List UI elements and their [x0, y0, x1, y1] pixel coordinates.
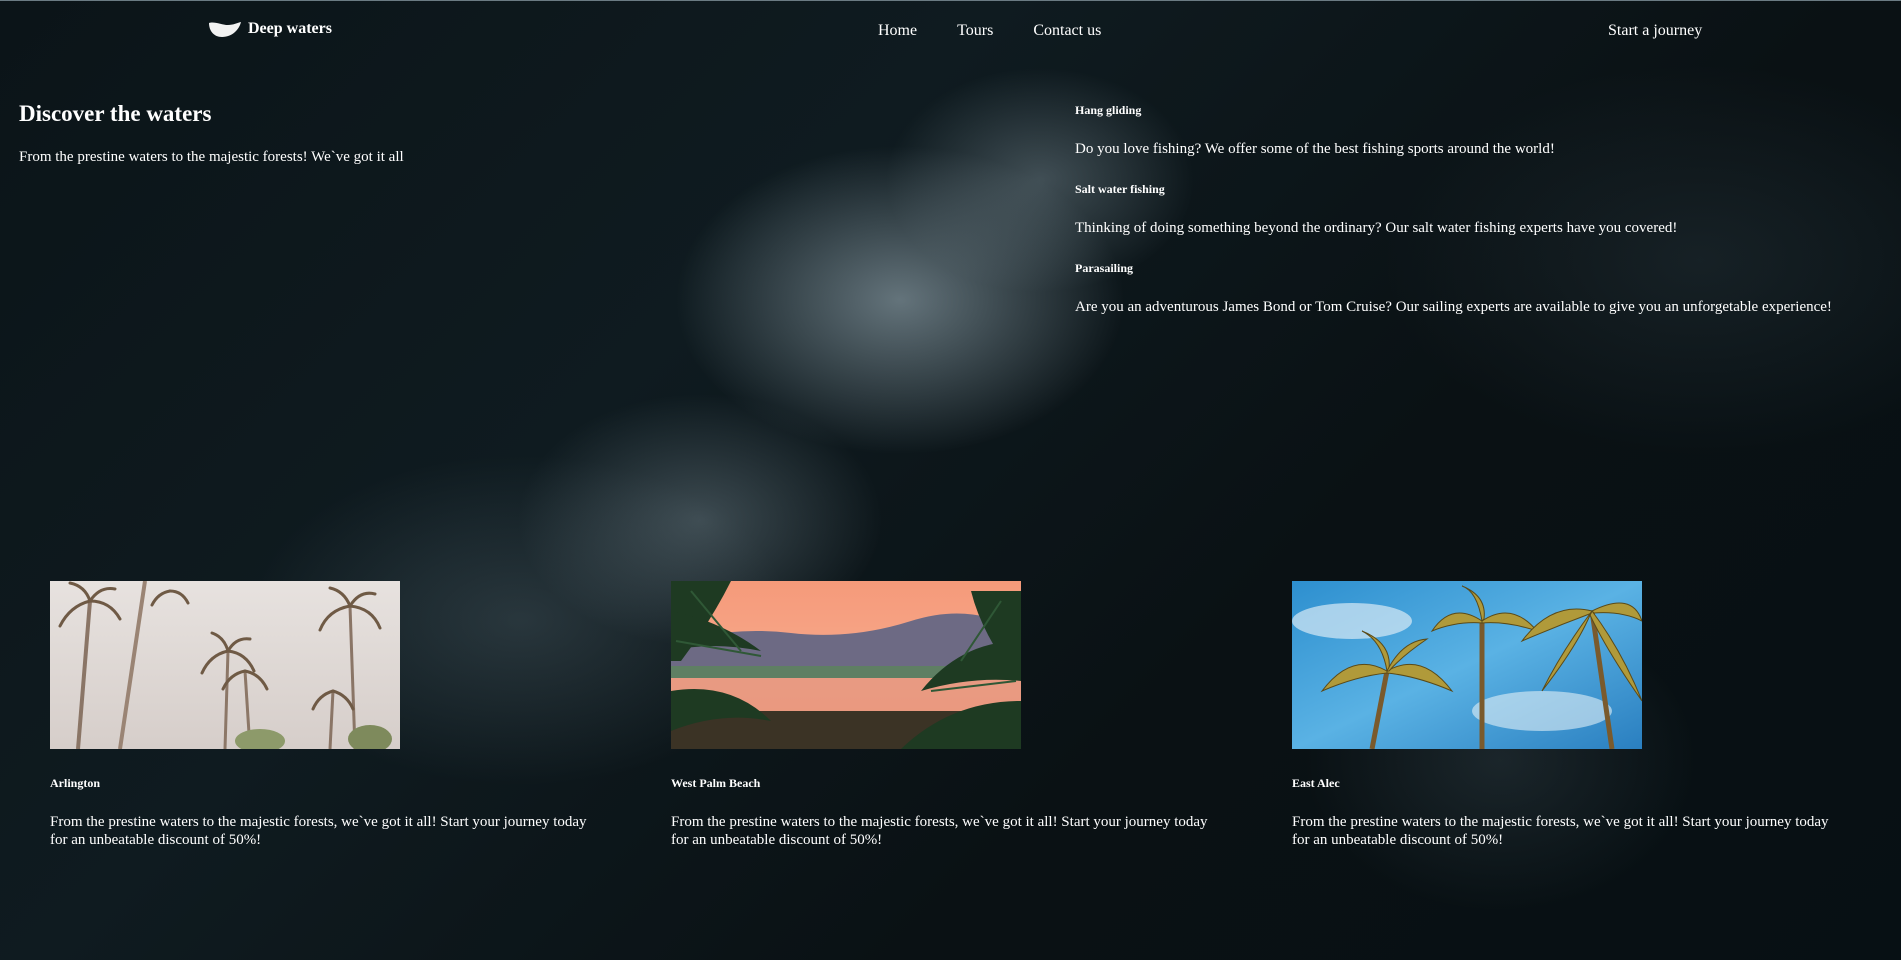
site-header: Deep waters Home Tours Contact us Start …: [0, 0, 1901, 62]
destination-name: Arlington: [50, 776, 101, 790]
nav-item-tours[interactable]: Tours: [957, 20, 993, 42]
destination-card: Arlington From the prestine waters to th…: [50, 581, 610, 849]
nav-item-contact-us[interactable]: Contact us: [1033, 20, 1101, 42]
destination-description: From the prestine waters to the majestic…: [671, 814, 1208, 848]
destination-name: East Alec: [1292, 776, 1340, 790]
wave-leaf-icon: [208, 20, 242, 38]
palm-trees-blue-sky-image: [1292, 581, 1642, 749]
activity-title: Hang gliding: [1075, 103, 1142, 117]
brand-name: Deep waters: [248, 20, 332, 37]
activity-description: Do you love fishing? We offer some of th…: [1075, 141, 1555, 157]
destination-card: East Alec From the prestine waters to th…: [1292, 581, 1852, 849]
palm-trees-hazy-sky-image: [50, 581, 400, 749]
hero-subtitle: From the prestine waters to the majestic…: [19, 149, 404, 165]
page-title: Discover the waters: [19, 101, 212, 126]
activity-description: Thinking of doing something beyond the o…: [1075, 220, 1678, 236]
activity-title: Parasailing: [1075, 261, 1134, 275]
nav-item-home[interactable]: Home: [878, 20, 917, 42]
sunset-lake-palms-image: [671, 581, 1021, 749]
destination-description: From the prestine waters to the majestic…: [50, 814, 587, 848]
activity-description: Are you an adventurous James Bond or Tom…: [1075, 299, 1832, 315]
main-nav: Home Tours Contact us: [878, 20, 1101, 42]
destination-card: West Palm Beach From the prestine waters…: [671, 581, 1231, 849]
destination-description: From the prestine waters to the majestic…: [1292, 814, 1829, 848]
activity-title: Salt water fishing: [1075, 182, 1165, 196]
destination-name: West Palm Beach: [671, 776, 761, 790]
start-journey-link[interactable]: Start a journey: [1608, 20, 1702, 42]
brand-logo[interactable]: Deep waters: [208, 18, 332, 40]
activities-list: Hang gliding Do you love fishing? We off…: [1075, 102, 1895, 317]
